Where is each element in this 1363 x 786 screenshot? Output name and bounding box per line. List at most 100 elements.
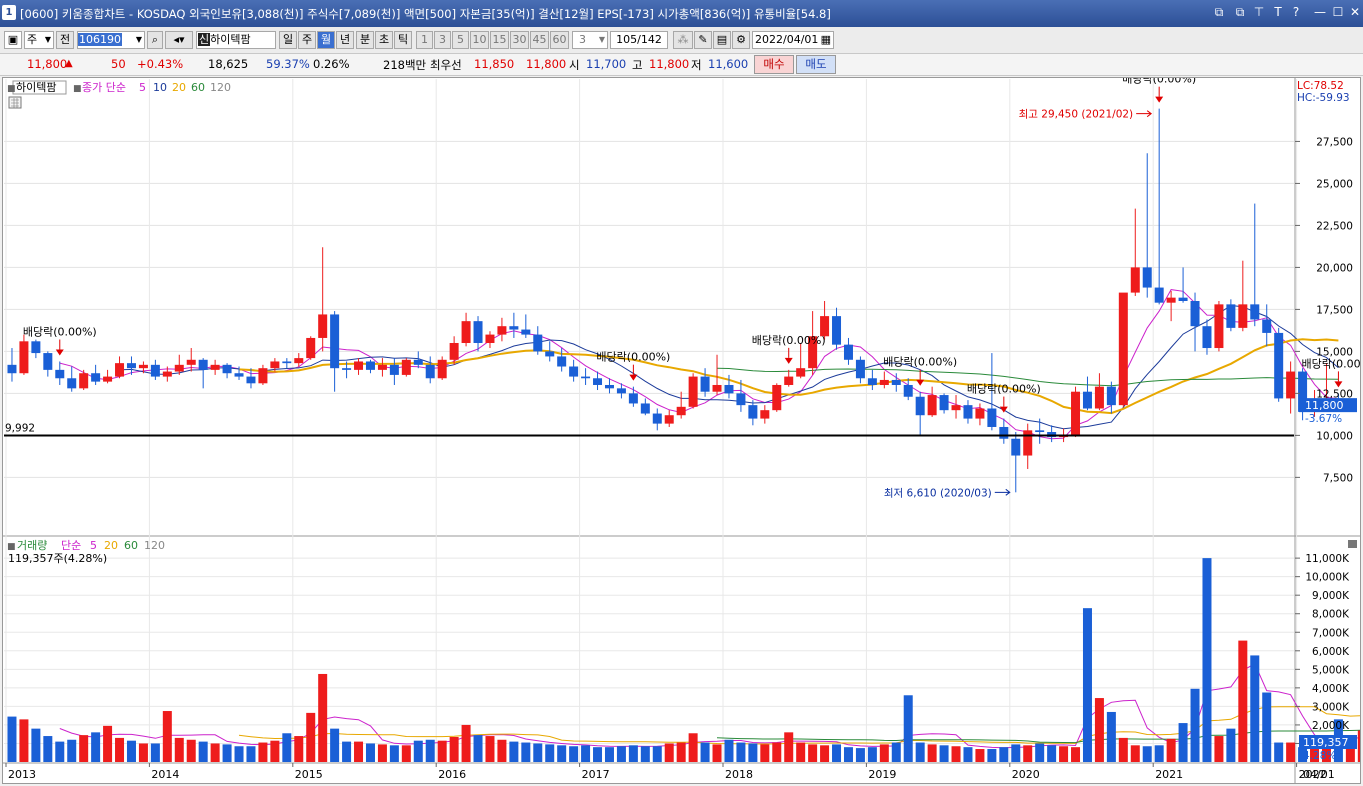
sound-icon[interactable]: ◂▾ [165, 31, 193, 49]
stock-code-input[interactable]: 106190 ▼ [77, 31, 145, 49]
chart-area[interactable]: 배당락(0.00%) 배당락(0.00%) 배당락(0.00%) 배당락(0.00%)… [2, 73, 1363, 784]
volume-bar [126, 740, 136, 762]
candle-body [1190, 301, 1200, 327]
candle-body [270, 361, 280, 369]
candle-body [162, 371, 172, 377]
period-select[interactable]: 주 ▼ [24, 31, 54, 49]
close-icon[interactable]: ✕ [1348, 5, 1362, 20]
candle-body [879, 379, 889, 385]
candle-body [533, 334, 543, 352]
interval-button-10[interactable]: 10 [470, 31, 489, 49]
volume-bar [1274, 742, 1284, 762]
price-tick-label: 10,000 [1316, 430, 1353, 442]
trade-volume: 18,625 [208, 57, 249, 71]
candle-body [485, 334, 495, 343]
volume-bar [724, 739, 734, 762]
candle-body [449, 342, 459, 360]
calendar-icon: ▦ [820, 33, 831, 46]
minimize-icon[interactable]: — [1313, 5, 1327, 20]
interval-button-5[interactable]: 5 [452, 31, 469, 49]
candle-body [19, 341, 29, 374]
candle-body [927, 395, 937, 416]
period-tick-button[interactable]: 틱 [394, 31, 412, 49]
current-price-axis-label: 11,800 [1305, 399, 1344, 412]
search-icon[interactable]: ⌕ [147, 31, 163, 49]
volume-bar [473, 735, 483, 762]
interval-button-30[interactable]: 30 [510, 31, 529, 49]
volume-bar [1047, 745, 1057, 762]
volume-bar [330, 728, 340, 762]
volume-bar [461, 724, 471, 762]
draw-icon[interactable]: ✎ [694, 31, 712, 49]
help-icon[interactable]: ? [1289, 5, 1303, 20]
panel-collapse-icon[interactable] [1348, 540, 1357, 548]
compare-icon[interactable]: ⁂ [673, 31, 693, 49]
candle-body [1082, 391, 1092, 409]
volume-bar [365, 743, 375, 762]
candle-body [616, 388, 626, 394]
pin-icon[interactable]: ⊤ [1252, 5, 1266, 20]
volume-bar [115, 737, 125, 762]
candle-body [437, 359, 447, 379]
interval-button-60[interactable]: 60 [550, 31, 569, 49]
period-week-button[interactable]: 주 [298, 31, 316, 49]
volume-bar [162, 711, 172, 762]
period-month-button[interactable]: 월 [317, 31, 335, 49]
interval-button-1[interactable]: 1 [416, 31, 433, 49]
count-select[interactable]: 3 ▼ [572, 31, 608, 49]
candle-body [867, 378, 877, 385]
interval-button-15[interactable]: 15 [490, 31, 509, 49]
candle-body [461, 321, 471, 343]
all-button[interactable]: 전 [56, 31, 74, 49]
stock-name-field[interactable]: 신하이텍팜 [196, 31, 276, 49]
trade-amount: 218백만 [383, 58, 427, 72]
volume-bar [258, 742, 268, 762]
layout-icon[interactable]: ▣ [4, 31, 22, 49]
volume-bar [951, 746, 961, 762]
candle-body [282, 361, 292, 364]
volume-bar [1106, 711, 1116, 762]
stock-chart[interactable]: 배당락(0.00%) 배당락(0.00%) 배당락(0.00%) 배당락(0.00%)… [3, 73, 1363, 783]
candle-body [198, 359, 208, 370]
price-tick-label: 25,000 [1316, 178, 1353, 190]
sell-button[interactable]: 매도 [796, 55, 836, 74]
volume-bar [222, 744, 232, 762]
best-quote-label: 최우선 [430, 58, 462, 72]
volume-bullet-icon: ■ [7, 542, 16, 552]
volume-bar [413, 740, 423, 762]
interval-button-3[interactable]: 3 [434, 31, 451, 49]
candle-body [330, 314, 340, 369]
volume-bar [425, 739, 435, 762]
volume-bar [1250, 655, 1260, 762]
font-icon[interactable]: T [1271, 5, 1285, 20]
time-axis: 2013 2014 2015 2016 2017 2018 2019 2020 2021 2022 [5, 763, 1327, 781]
volume-bar [150, 743, 160, 762]
restore-icon[interactable]: ⧉ [1212, 5, 1226, 20]
volume-bar [652, 746, 662, 762]
candle-body [126, 363, 136, 369]
period-second-button[interactable]: 초 [375, 31, 393, 49]
ma5-legend: 5 [139, 81, 146, 94]
volume-bar [855, 748, 865, 762]
maximize-icon[interactable]: ☐ [1331, 5, 1345, 20]
volume-bar [437, 740, 447, 762]
period-day-button[interactable]: 일 [279, 31, 297, 49]
volume-bar [999, 747, 1009, 762]
volume-bar [939, 745, 949, 762]
period-minute-button[interactable]: 분 [356, 31, 374, 49]
date-input[interactable]: 2022/04/01 ▦ [752, 31, 834, 49]
settings-icon[interactable]: ⚙ [732, 31, 750, 49]
candle-body [91, 373, 101, 382]
volume-bar [712, 744, 722, 762]
volume-tick-label: 7,000K [1312, 627, 1350, 639]
candle-body [210, 364, 220, 370]
table-view-icon[interactable] [8, 96, 22, 109]
period-year-button[interactable]: 년 [336, 31, 354, 49]
save-icon[interactable]: ▤ [713, 31, 731, 49]
buy-button[interactable]: 매수 [754, 55, 794, 74]
candle-body [1250, 304, 1260, 320]
candle-body [55, 369, 65, 379]
copy-icon[interactable]: ⧉ [1233, 5, 1247, 20]
chart-toolbar: ▣ 주 ▼ 전 106190 ▼ ⌕ ◂▾ 신하이텍팜 일 주 월 년 분 초 틱 … [0, 27, 1363, 54]
interval-button-45[interactable]: 45 [530, 31, 549, 49]
